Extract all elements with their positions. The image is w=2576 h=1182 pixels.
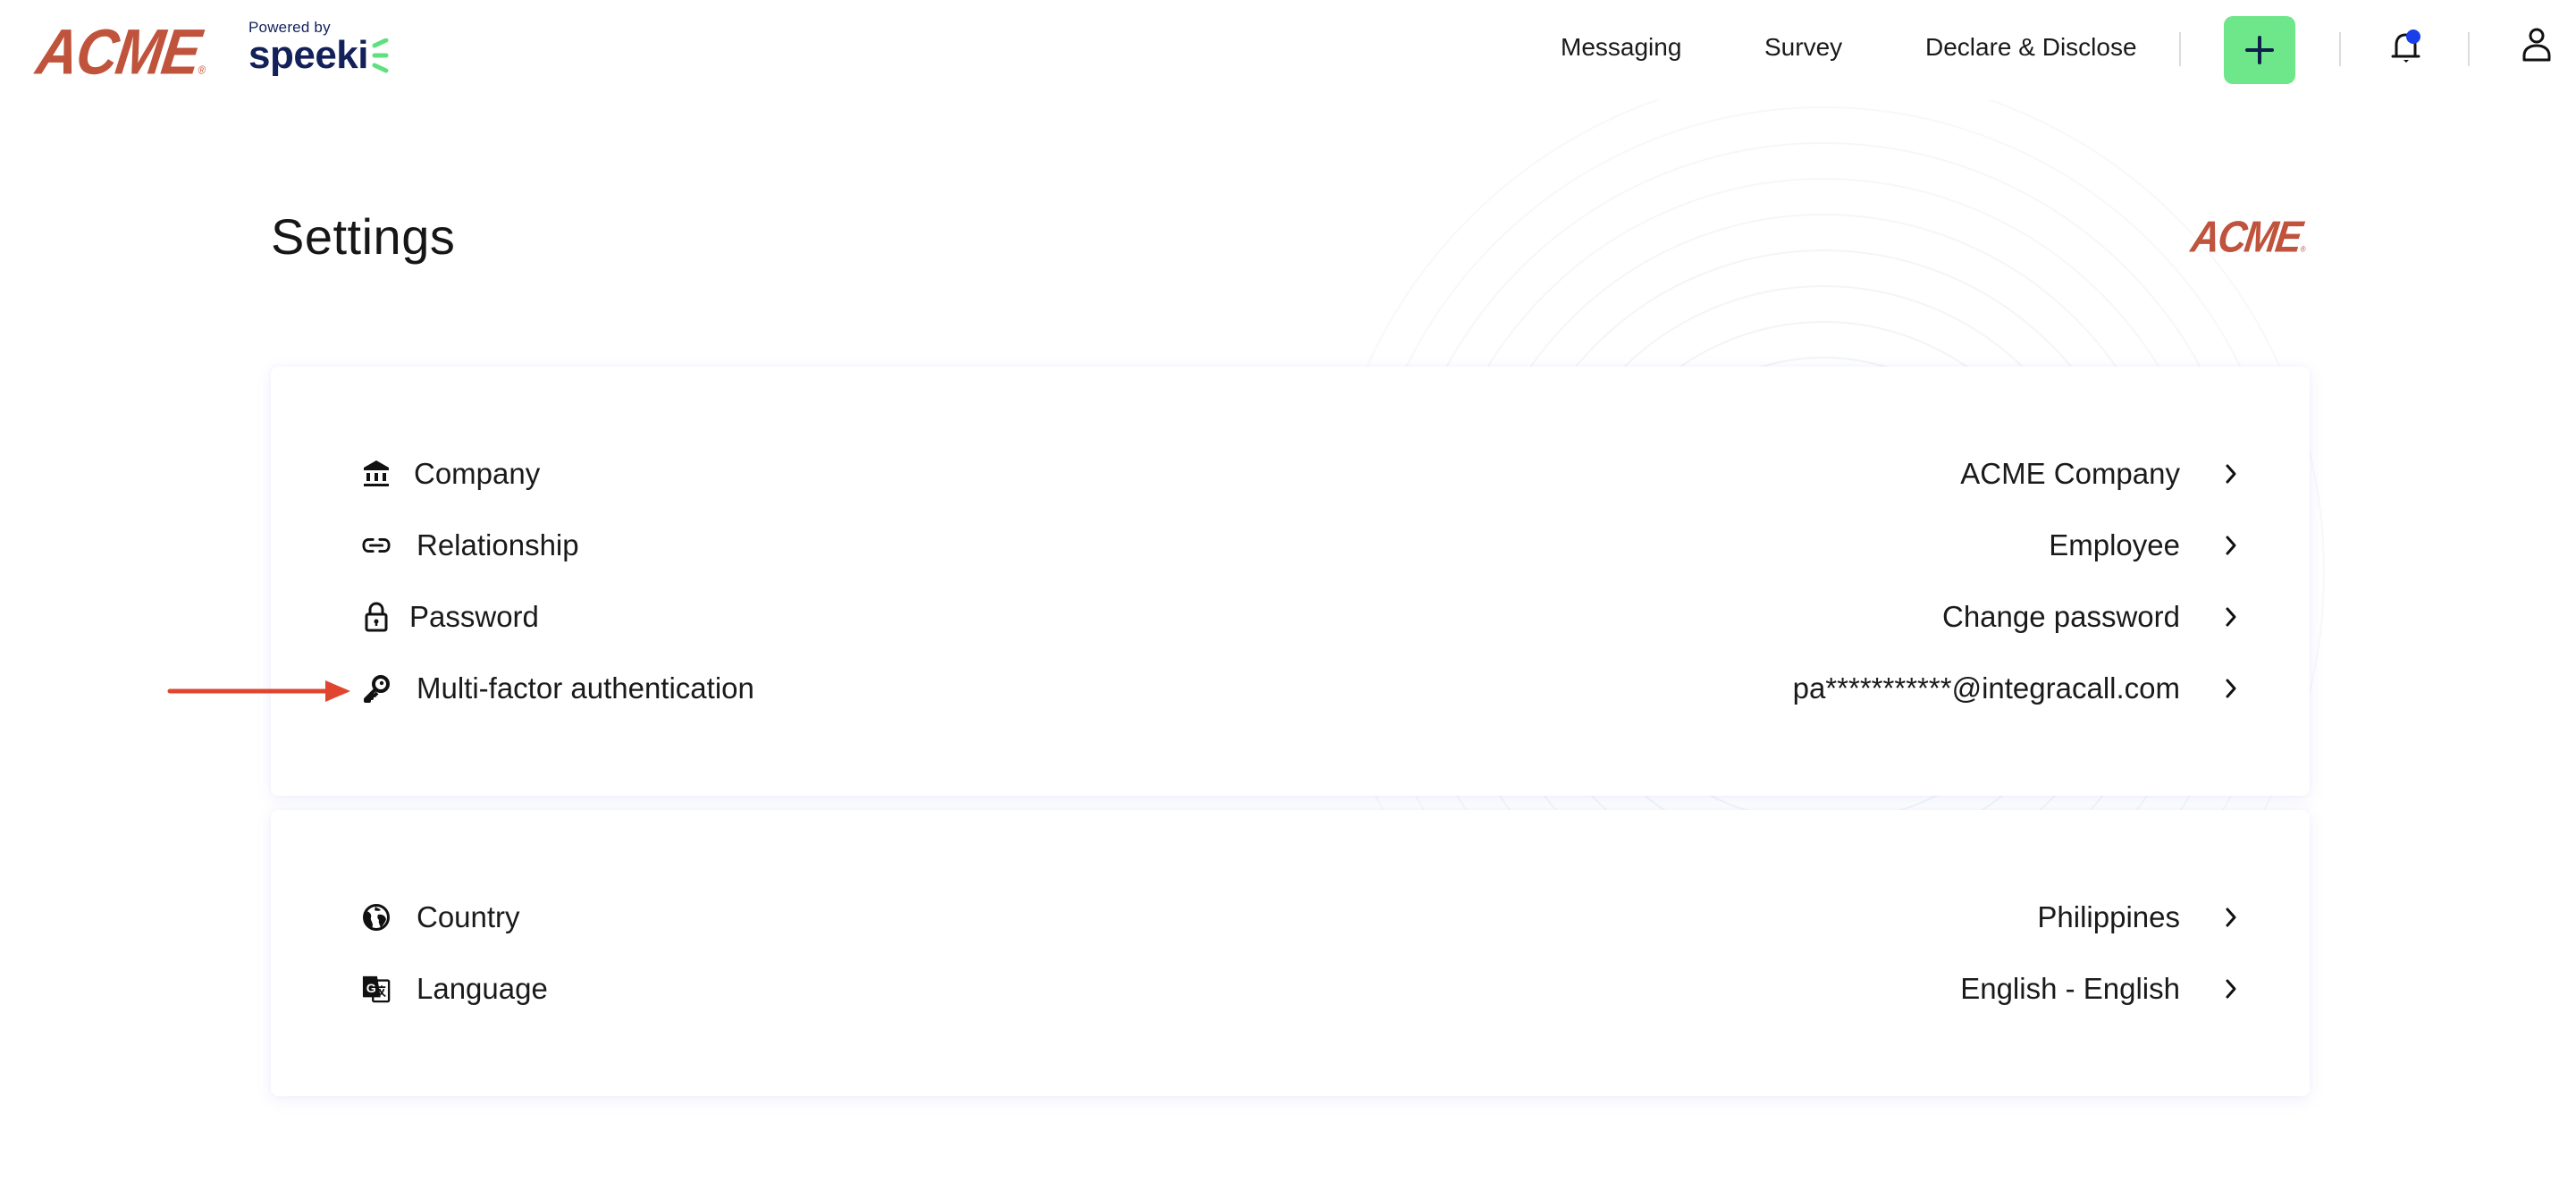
- registered-mark: ®: [2300, 244, 2307, 254]
- speeki-sound-icon: [372, 38, 389, 73]
- bank-icon: [362, 460, 391, 488]
- settings-row-language[interactable]: G Language English - English: [271, 962, 2310, 1016]
- lock-icon: [362, 602, 391, 632]
- notification-badge: [2406, 30, 2420, 44]
- globe-icon: [362, 903, 391, 932]
- setting-value: English - English: [1960, 972, 2180, 1005]
- acme-logo-text: ACME: [32, 15, 205, 89]
- page-title: Settings: [271, 208, 456, 265]
- settings-row-mfa[interactable]: Multi-factor authentication pa**********…: [271, 662, 2310, 715]
- add-button[interactable]: [2224, 16, 2295, 84]
- setting-value: Change password: [1942, 600, 2180, 633]
- setting-label: Language: [417, 972, 548, 1005]
- key-icon: [362, 674, 391, 703]
- divider: [2179, 32, 2181, 66]
- setting-label: Multi-factor authentication: [417, 671, 754, 705]
- link-icon: [362, 531, 391, 560]
- company-logo: ACME®: [2188, 213, 2311, 262]
- settings-row-password[interactable]: Password Change password: [271, 590, 2310, 644]
- setting-value: Philippines: [2037, 900, 2180, 933]
- top-navigation-bar: ACME® Powered by speeki Messaging Survey…: [0, 0, 2576, 100]
- nav-declare-disclose[interactable]: Declare & Disclose: [1925, 32, 2137, 63]
- plus-icon: [2245, 36, 2274, 64]
- account-settings-card: Company ACME Company Relationship Employ…: [271, 367, 2310, 796]
- divider: [2468, 32, 2470, 66]
- svg-text:G: G: [366, 981, 376, 995]
- translate-icon: G: [362, 975, 391, 1003]
- settings-row-relationship[interactable]: Relationship Employee: [271, 519, 2310, 572]
- powered-by-speeki-logo: Powered by speeki: [248, 20, 389, 77]
- company-logo-text: ACME: [2188, 213, 2304, 262]
- settings-row-company[interactable]: Company ACME Company: [271, 447, 2310, 501]
- chevron-right-icon: [2222, 975, 2240, 1002]
- setting-label: Relationship: [417, 528, 579, 561]
- nav-survey[interactable]: Survey: [1764, 32, 1842, 63]
- setting-value: ACME Company: [1960, 457, 2180, 490]
- nav-messaging[interactable]: Messaging: [1561, 32, 1681, 63]
- setting-label: Country: [417, 900, 520, 933]
- acme-logo[interactable]: ACME®: [32, 16, 213, 89]
- registered-mark: ®: [197, 64, 206, 77]
- divider: [2339, 32, 2341, 66]
- settings-row-country[interactable]: Country Philippines: [271, 891, 2310, 944]
- setting-label: Password: [409, 600, 539, 633]
- setting-label: Company: [414, 457, 541, 490]
- chevron-right-icon: [2222, 675, 2240, 702]
- annotation-arrow-icon: [167, 680, 350, 702]
- chevron-right-icon: [2222, 460, 2240, 487]
- bell-icon: [2391, 30, 2420, 63]
- account-button[interactable]: [2521, 27, 2553, 64]
- chevron-right-icon: [2222, 604, 2240, 630]
- chevron-right-icon: [2222, 904, 2240, 931]
- user-icon: [2522, 28, 2551, 62]
- locale-settings-card: Country Philippines G Language English -…: [271, 810, 2310, 1096]
- notifications-button[interactable]: [2388, 27, 2424, 68]
- speeki-wordmark: speeki: [248, 33, 368, 77]
- setting-value: pa***********@integracall.com: [1792, 671, 2180, 705]
- setting-value: Employee: [2049, 528, 2180, 561]
- chevron-right-icon: [2222, 532, 2240, 559]
